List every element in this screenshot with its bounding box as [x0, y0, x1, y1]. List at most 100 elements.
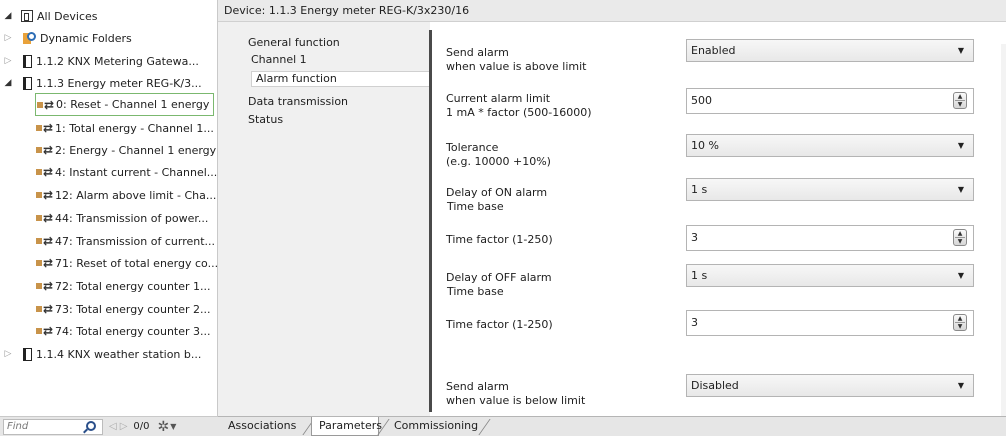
tree-root-label: All Devices [37, 9, 98, 23]
expand-arrow-icon[interactable]: ▷ [3, 56, 13, 66]
communication-object-icon: ⇄ [36, 166, 53, 178]
send-alarm-below-select[interactable]: Disabled ▼ [686, 374, 974, 397]
tree-item-co-73[interactable]: ⇄ 73: Total energy counter 2... [36, 298, 211, 320]
tab-parameters[interactable]: Parameters [311, 417, 382, 436]
communication-object-icon: ⇄ [36, 235, 53, 247]
nav-item-channel-1[interactable]: Channel 1 [251, 53, 307, 66]
collapse-arrow-icon[interactable]: ◢ [3, 78, 13, 88]
scrollbar[interactable] [1001, 44, 1006, 436]
spin-down-icon[interactable]: ▼ [954, 238, 966, 245]
chevron-down-icon[interactable]: ▼ [170, 422, 176, 431]
tree-item-label: 47: Transmission of current... [55, 234, 216, 248]
send-alarm-above-select[interactable]: Enabled ▼ [686, 39, 974, 62]
chevron-down-icon: ▼ [957, 271, 964, 280]
select-value: Enabled [691, 44, 736, 57]
all-devices-icon [21, 10, 33, 22]
spin-down-icon[interactable]: ▼ [954, 101, 966, 108]
tree-item-label: 72: Total energy counter 1... [55, 279, 211, 293]
tree-item-co-72[interactable]: ⇄ 72: Total energy counter 1... [36, 275, 211, 297]
nav-item-alarm-function[interactable]: Alarm function [251, 71, 432, 87]
communication-object-icon: ⇄ [36, 212, 53, 224]
spin-buttons[interactable]: ▲ ▼ [953, 314, 967, 331]
tree-item-label: 1.1.4 KNX weather station b... [36, 347, 202, 361]
param-label-current-alarm-limit: Current alarm limit 1 mA * factor (500-16… [446, 92, 592, 119]
search-icon[interactable] [86, 420, 96, 431]
spin-buttons[interactable]: ▲ ▼ [953, 92, 967, 109]
chevron-down-icon: ▼ [957, 381, 964, 390]
delay-on-alarm-select[interactable]: 1 s ▼ [686, 178, 974, 201]
param-label-delay-on-alarm: Delay of ON alarm Time base [446, 186, 548, 213]
time-factor-off-input[interactable]: 3 ▲ ▼ [686, 310, 974, 336]
bottom-tab-bar: Associations Parameters Commissioning [218, 416, 1006, 436]
tree-item-label: 71: Reset of total energy co... [55, 256, 218, 270]
tree-item-label: 73: Total energy counter 2... [55, 302, 211, 316]
communication-object-icon: ⇄ [36, 189, 53, 201]
delay-off-alarm-select[interactable]: 1 s ▼ [686, 264, 974, 287]
tree-item-co-44[interactable]: ⇄ 44: Transmission of power... [36, 207, 208, 229]
time-factor-on-input[interactable]: 3 ▲ ▼ [686, 225, 974, 251]
spin-buttons[interactable]: ▲ ▼ [953, 229, 967, 246]
next-result-icon[interactable]: ▷ [120, 421, 128, 432]
communication-object-icon: ⇄ [36, 325, 53, 337]
communication-object-icon: ⇄ [36, 303, 53, 315]
tree-item-co-74[interactable]: ⇄ 74: Total energy counter 3... [36, 320, 211, 342]
communication-object-icon: ⇄ [36, 144, 53, 156]
device-icon [23, 54, 32, 68]
param-label-time-factor-on: Time factor (1-250) [446, 233, 553, 246]
device-tree: ◢ All Devices ▷ Dynamic Folders ▷ 1.1.2 … [0, 0, 218, 416]
tree-item-co-71[interactable]: ⇄ 71: Reset of total energy co... [36, 252, 218, 274]
communication-object-icon: ⇄ [37, 99, 54, 111]
find-input[interactable]: Find [3, 418, 103, 435]
gear-icon[interactable]: ✲ [158, 419, 170, 435]
nav-item-data-transmission[interactable]: Data transmission [248, 95, 348, 108]
tab-associations[interactable]: Associations [220, 417, 304, 436]
tree-item-co-0[interactable]: ⇄ 0: Reset - Channel 1 energy [35, 93, 214, 116]
spin-up-icon[interactable]: ▲ [954, 315, 966, 322]
tree-item-co-47[interactable]: ⇄ 47: Transmission of current... [36, 230, 215, 252]
select-value: 10 % [691, 139, 719, 152]
tree-item-co-1[interactable]: ⇄ 1: Total energy - Channel 1... [36, 117, 214, 139]
search-bar: Find ◁ ▷ 0/0 ✲ ▼ [0, 416, 218, 436]
tree-item-co-2[interactable]: ⇄ 2: Energy - Channel 1 energy [36, 139, 216, 161]
communication-object-icon: ⇄ [36, 257, 53, 269]
tree-item-co-12[interactable]: ⇄ 12: Alarm above limit - Cha... [36, 184, 216, 206]
nav-item-general-function[interactable]: General function [248, 36, 340, 49]
param-label-send-alarm-above: Send alarm when value is above limit [446, 46, 587, 73]
communication-object-icon: ⇄ [36, 122, 53, 134]
tree-item-label: 44: Transmission of power... [55, 211, 209, 225]
parameter-panel: Send alarm when value is above limit Enab… [432, 22, 1006, 436]
current-alarm-limit-input[interactable]: 500 ▲ ▼ [686, 88, 974, 114]
tree-item-label: 12: Alarm above limit - Cha... [55, 188, 217, 202]
param-label-time-factor-off: Time factor (1-250) [446, 318, 553, 331]
nav-item-status[interactable]: Status [248, 113, 283, 126]
device-icon [23, 347, 32, 361]
param-label-delay-off-alarm: Delay of OFF alarm Time base [446, 271, 552, 298]
select-value: 1 s [691, 269, 708, 282]
select-value: Disabled [691, 379, 739, 392]
parameter-nav: General function Channel 1 Alarm functio… [218, 22, 432, 416]
param-label-tolerance: Tolerance (e.g. 10000 +10%) [446, 141, 551, 168]
tree-item-label: 1: Total energy - Channel 1... [55, 121, 214, 135]
tolerance-select[interactable]: 10 % ▼ [686, 134, 974, 157]
tree-item-label: 4: Instant current - Channel... [55, 165, 218, 179]
spin-up-icon[interactable]: ▲ [954, 230, 966, 237]
input-value: 500 [691, 94, 712, 107]
expand-arrow-icon[interactable]: ▷ [3, 349, 13, 359]
tree-item-label: 74: Total energy counter 3... [55, 324, 211, 338]
previous-result-icon[interactable]: ◁ [109, 421, 117, 432]
tree-item-label: Dynamic Folders [40, 31, 132, 45]
spin-down-icon[interactable]: ▼ [954, 323, 966, 330]
expand-arrow-icon[interactable]: ▷ [3, 33, 13, 43]
param-label-send-alarm-below: Send alarm when value is below limit [446, 380, 586, 407]
tree-item-label: 2: Energy - Channel 1 energy [55, 143, 217, 157]
chevron-down-icon: ▼ [957, 185, 964, 194]
collapse-arrow-icon[interactable]: ◢ [3, 11, 13, 21]
spin-up-icon[interactable]: ▲ [954, 93, 966, 100]
device-header: Device: 1.1.3 Energy meter REG-K/3x230/1… [218, 0, 1006, 22]
chevron-down-icon: ▼ [957, 141, 964, 150]
find-placeholder: Find [7, 420, 29, 432]
tab-commissioning[interactable]: Commissioning [386, 417, 486, 436]
select-value: 1 s [691, 183, 708, 196]
input-value: 3 [691, 231, 698, 244]
tree-item-co-4[interactable]: ⇄ 4: Instant current - Channel... [36, 161, 217, 183]
